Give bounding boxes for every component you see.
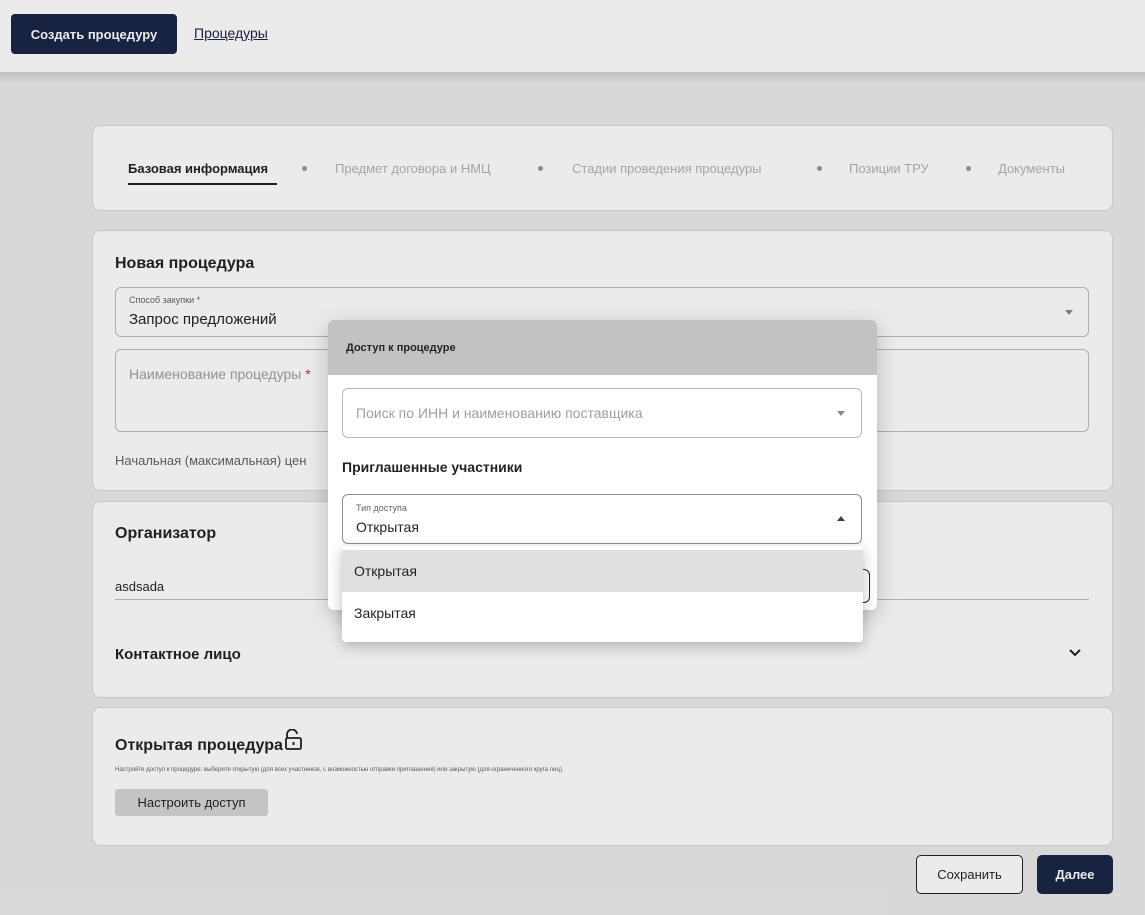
invited-participants-title: Приглашенные участники: [342, 459, 523, 475]
modal-title: Доступ к процедуре: [346, 342, 456, 354]
access-type-value: Открытая: [356, 519, 419, 535]
access-type-select[interactable]: Тип доступа Открытая: [342, 494, 862, 544]
chevron-up-icon: [837, 516, 845, 521]
dropdown-option-label: Открытая: [354, 563, 417, 579]
dropdown-option-label: Закрытая: [354, 605, 416, 621]
supplier-search-placeholder: Поиск по ИНН и наименованию поставщика: [356, 405, 643, 421]
access-type-dropdown: Открытая Закрытая: [342, 546, 863, 642]
modal-header: Доступ к процедуре: [328, 320, 877, 375]
chevron-down-icon: [837, 411, 845, 416]
topbar-shadow: [0, 72, 1145, 84]
dropdown-option-closed[interactable]: Закрытая: [342, 592, 863, 634]
supplier-search-input[interactable]: Поиск по ИНН и наименованию поставщика: [342, 388, 862, 438]
access-type-label: Тип доступа: [356, 503, 407, 513]
dropdown-option-open[interactable]: Открытая: [342, 550, 863, 592]
